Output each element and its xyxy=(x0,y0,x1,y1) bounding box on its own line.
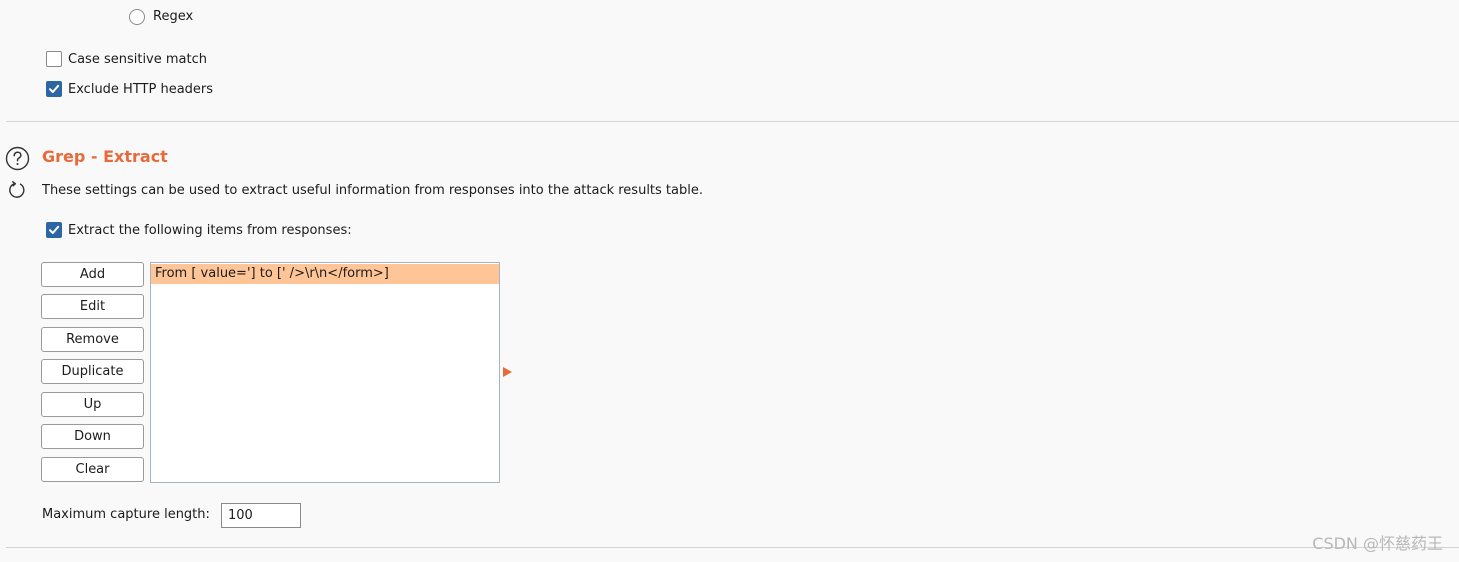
section-divider xyxy=(6,121,1459,122)
case-sensitive-checkbox[interactable] xyxy=(46,51,62,67)
checkmark-icon xyxy=(49,84,60,93)
max-capture-label: Maximum capture length: xyxy=(42,507,210,522)
extract-items-list[interactable]: From [ value='] to [' />\r\n</form>] xyxy=(150,262,500,483)
regex-label: Regex xyxy=(153,9,194,24)
duplicate-button[interactable]: Duplicate xyxy=(41,359,144,384)
down-button[interactable]: Down xyxy=(41,424,144,449)
extract-items-label: Extract the following items from respons… xyxy=(68,223,352,238)
extract-items-checkbox[interactable] xyxy=(46,222,62,238)
add-button[interactable]: Add xyxy=(41,262,144,287)
watermark-text: CSDN @怀慈药王 xyxy=(1312,534,1443,553)
section-divider-bottom xyxy=(6,547,1459,548)
clear-button[interactable]: Clear xyxy=(41,457,144,482)
exclude-headers-label: Exclude HTTP headers xyxy=(68,82,214,97)
exclude-headers-checkbox[interactable] xyxy=(46,81,62,97)
edit-button[interactable]: Edit xyxy=(41,294,144,319)
help-icon[interactable] xyxy=(5,146,30,171)
remove-button[interactable]: Remove xyxy=(41,327,144,352)
section-description: These settings can be used to extract us… xyxy=(42,183,703,198)
list-item[interactable]: From [ value='] to [' />\r\n</form>] xyxy=(151,264,499,284)
regex-radio[interactable] xyxy=(129,9,145,25)
section-title: Grep - Extract xyxy=(42,147,168,166)
max-capture-input[interactable] xyxy=(221,503,301,528)
case-sensitive-label: Case sensitive match xyxy=(68,52,207,67)
refresh-icon[interactable] xyxy=(7,180,27,200)
up-button[interactable]: Up xyxy=(41,392,144,417)
expand-arrow-icon[interactable] xyxy=(503,367,512,377)
checkmark-icon xyxy=(49,225,60,234)
